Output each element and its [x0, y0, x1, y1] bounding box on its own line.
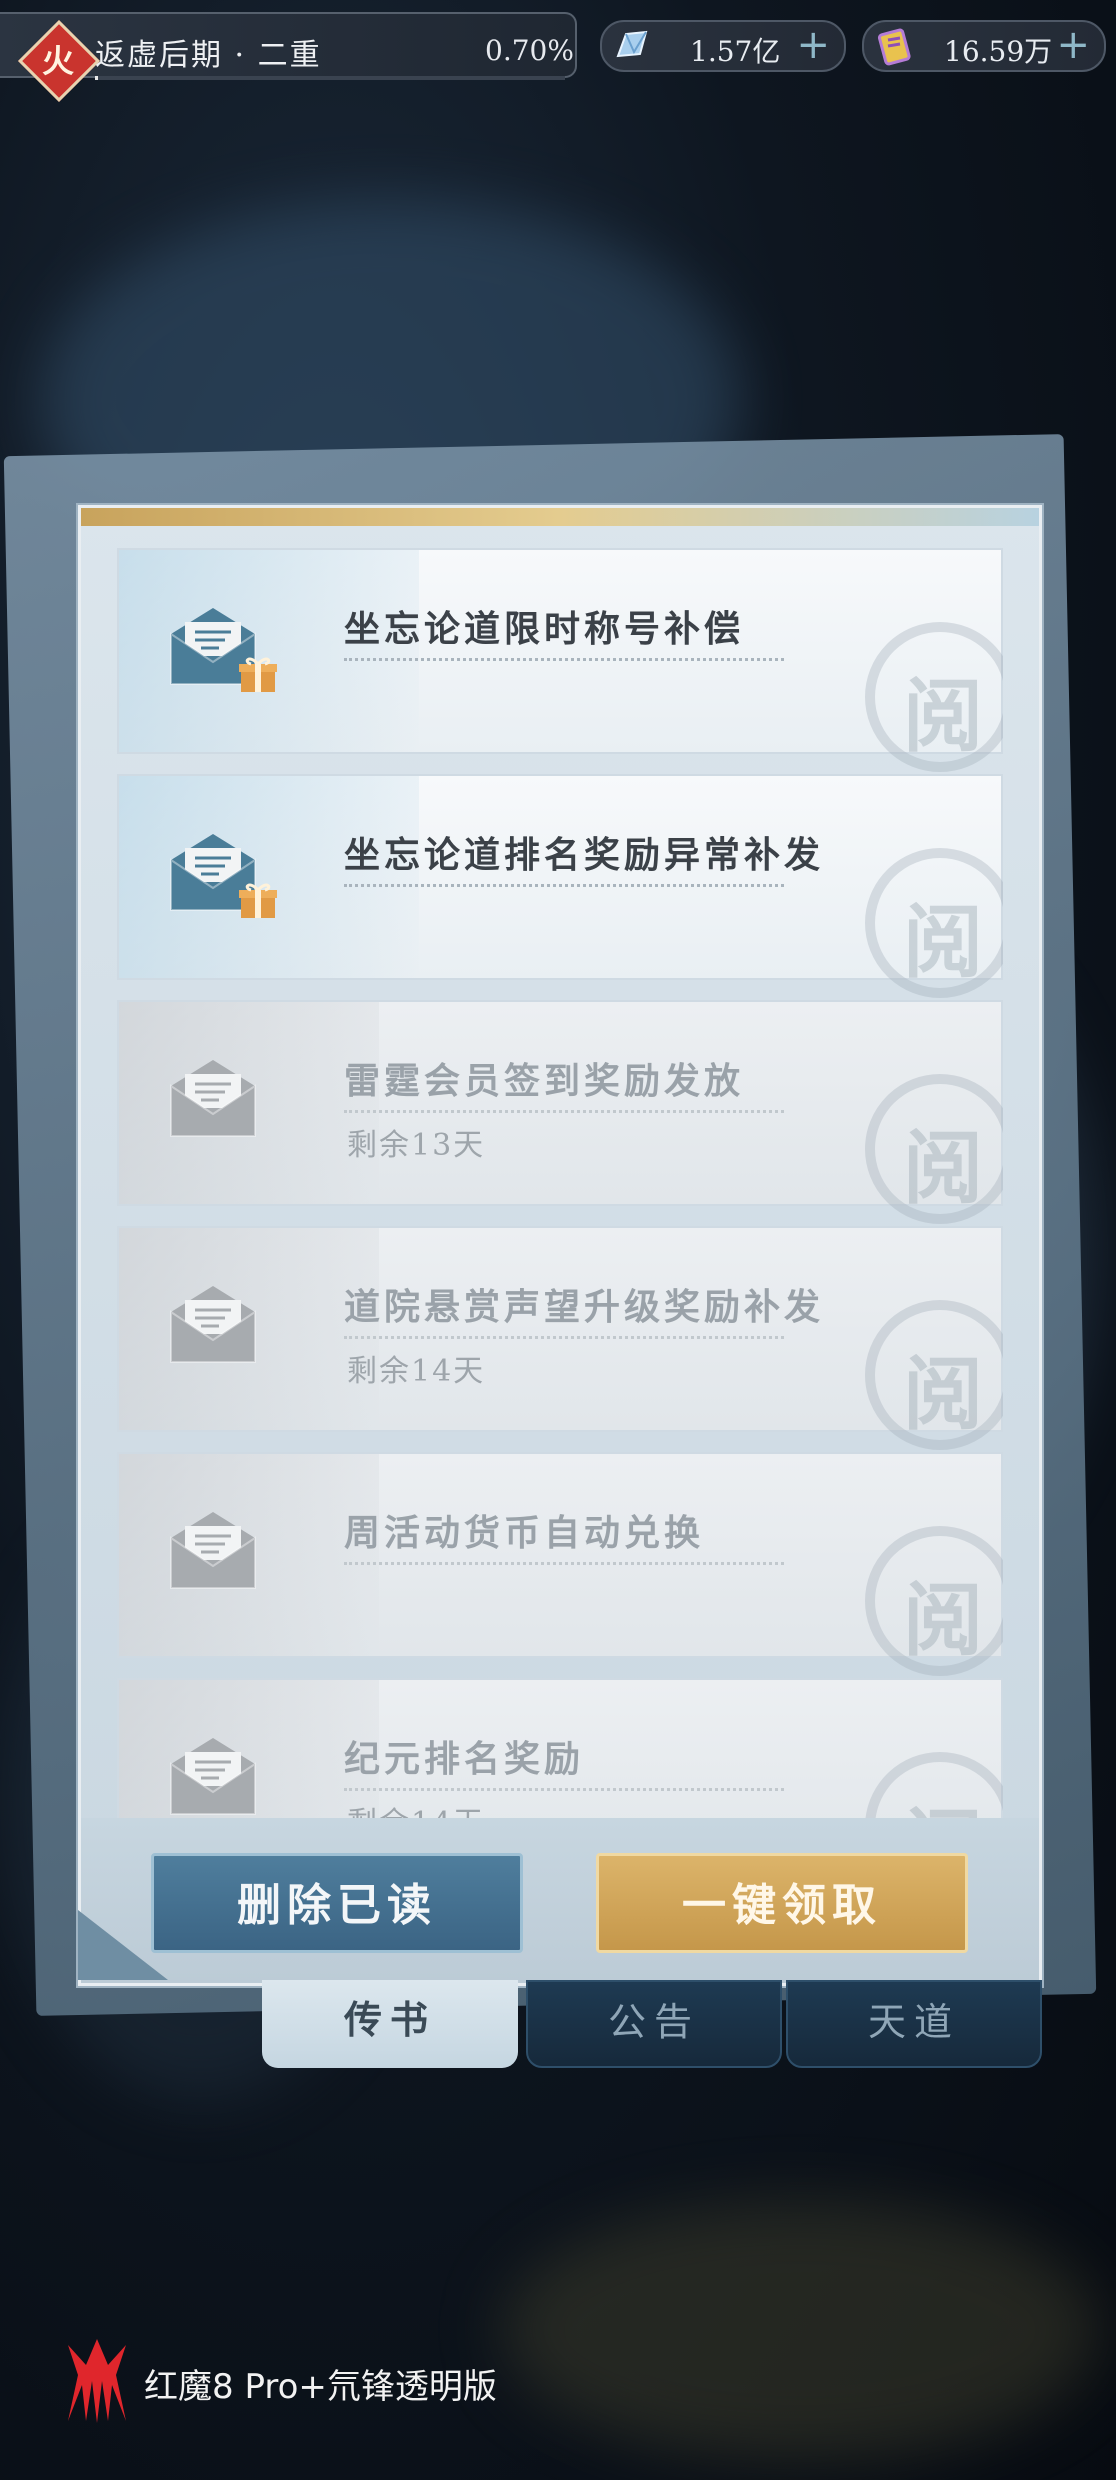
mail-title: 坐忘论道排名奖励异常补发 — [344, 826, 820, 887]
read-stamp-icon: 阅 — [865, 848, 1003, 998]
read-stamp-icon: 阅 — [865, 1074, 1003, 1224]
read-stamp-icon: 阅 — [865, 1526, 1003, 1676]
add-spirit-stone-button[interactable]: + — [796, 22, 830, 68]
spirit-stone-icon — [616, 30, 648, 58]
resource-spirit-stone: 1.57亿 + — [600, 20, 846, 72]
panel-corner-fold — [78, 1910, 168, 1980]
mail-item[interactable]: 坐忘论道限时称号补偿阅 — [117, 548, 1003, 772]
realm-progress-fill — [95, 76, 99, 80]
stamp-char: 阅 — [903, 1121, 983, 1215]
mail-item[interactable]: 周活动货币自动兑换阅 — [117, 1452, 1003, 1676]
stamp-char: 阅 — [903, 895, 983, 989]
mail-item[interactable]: 纪元排名奖励剩余14天 阅 — [117, 1678, 1003, 1818]
read-stamp-icon: 阅 — [865, 622, 1003, 772]
mail-title: 周活动货币自动兑换 — [344, 1504, 784, 1565]
envelope-icon — [170, 1512, 256, 1589]
top-status-bar: 火 返虚后期 · 二重 0.70% 1.57亿 + 16.59万 + — [0, 0, 1116, 103]
spirit-stone-value: 1.57亿 — [690, 35, 781, 68]
mail-item[interactable]: 雷霆会员签到奖励发放剩余13天 阅 — [117, 1000, 1003, 1224]
mail-title: 雷霆会员签到奖励发放 — [344, 1052, 784, 1113]
resource-gold-ticket: 16.59万 + — [862, 20, 1106, 72]
tab-mail[interactable]: 传书 — [262, 1980, 518, 2068]
envelope-icon — [170, 1738, 256, 1815]
envelope-icon — [170, 1060, 256, 1137]
mail-title: 道院悬赏声望升级奖励补发 — [344, 1278, 820, 1339]
watermark-text: 红魔8 Pro+氘锋透明版 — [144, 2367, 497, 2407]
red-magic-logo-icon — [68, 2339, 126, 2423]
mail-expiry: 剩余14天 — [347, 1798, 485, 1818]
add-gold-ticket-button[interactable]: + — [1056, 22, 1090, 68]
gold-ticket-value: 16.59万 — [944, 35, 1053, 68]
mail-expiry: 剩余14天 — [347, 1354, 486, 1389]
mail-item[interactable]: 道院悬赏声望升级奖励补发剩余14天 阅 — [117, 1226, 1003, 1450]
mail-item[interactable]: 坐忘论道排名奖励异常补发阅 — [117, 774, 1003, 998]
tab-heavenly-dao[interactable]: 天道 — [786, 1980, 1042, 2068]
delete-read-button[interactable]: 删除已读 — [151, 1853, 523, 1953]
gold-ticket-icon — [877, 28, 911, 66]
envelope-icon — [170, 1286, 256, 1363]
mail-panel: 坐忘论道限时称号补偿阅坐忘论道排名奖励异常补发阅雷霆会员签到奖励发放 剩余13天阅… — [78, 505, 1042, 1986]
mail-actions: 删除已读 一键领取 — [81, 1818, 1039, 1983]
mail-list[interactable]: 坐忘论道限时称号补偿阅坐忘论道排名奖励异常补发阅雷霆会员签到奖励发放 剩余13天阅… — [117, 548, 1003, 1818]
stamp-char: 阅 — [903, 1782, 983, 1818]
mail-expiry: 剩余13天 — [347, 1128, 486, 1163]
realm-panel[interactable]: 火 返虚后期 · 二重 0.70% — [0, 12, 577, 103]
stamp-char: 阅 — [903, 1573, 983, 1667]
read-stamp-icon: 阅 — [865, 1752, 1003, 1818]
realm-name: 返虚后期 · 二重 — [95, 38, 322, 73]
realm-progress-text: 0.70% — [485, 34, 574, 67]
mail-title: 坐忘论道限时称号补偿 — [344, 600, 784, 661]
gift-icon — [239, 883, 277, 918]
stamp-char: 阅 — [903, 1347, 983, 1441]
fire-element-label: 火 — [41, 42, 74, 80]
gift-icon — [239, 657, 277, 692]
claim-all-button[interactable]: 一键领取 — [596, 1853, 968, 1953]
mail-title: 纪元排名奖励 — [344, 1730, 784, 1791]
realm-progress-bar — [95, 76, 565, 80]
panel-trim — [81, 508, 1039, 526]
read-stamp-icon: 阅 — [865, 1300, 1003, 1450]
stamp-char: 阅 — [903, 669, 983, 763]
tab-announcement[interactable]: 公告 — [526, 1980, 782, 2068]
